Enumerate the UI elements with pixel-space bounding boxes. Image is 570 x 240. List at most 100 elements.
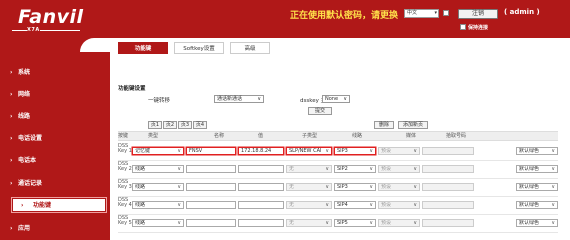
color-value: 默认绿色: [519, 184, 540, 190]
add-page-button[interactable]: 添加新页: [398, 121, 428, 129]
color-value: 默认绿色: [519, 166, 540, 172]
sidebar-item-system[interactable]: › 系统: [0, 66, 110, 80]
value-input[interactable]: [238, 219, 284, 227]
value-input[interactable]: 172.18.8.24: [238, 147, 284, 155]
media-select[interactable]: 预设 ∨: [378, 219, 420, 227]
table-header: 按键 类型 名称 值 子类型 线路 媒体 拾取号码: [118, 131, 558, 141]
brand-logo: Fanvil: [18, 6, 84, 28]
type-select[interactable]: 记忆键 ∨: [132, 147, 184, 155]
sidebar-item-apps[interactable]: › 应用: [0, 222, 110, 236]
page-4-button[interactable]: 页4: [193, 121, 207, 129]
line-select[interactable]: SIP2 ∨: [334, 165, 376, 173]
subtype-value: 无: [289, 166, 295, 172]
tab-advanced[interactable]: 高级: [230, 42, 270, 54]
chevron-right-icon: ›: [10, 113, 13, 120]
tab-function-keys[interactable]: 功能键: [118, 42, 168, 54]
subtype-select[interactable]: 无 ∨: [286, 183, 332, 191]
pickup-input[interactable]: [422, 165, 474, 173]
pickup-input[interactable]: [422, 183, 474, 191]
media-select[interactable]: 预设 ∨: [378, 165, 420, 173]
chevron-down-icon: ∨: [369, 148, 373, 154]
transfer-select[interactable]: 通话新通话 ∨: [214, 95, 264, 103]
sidebar-item-phonebook[interactable]: › 电话本: [0, 154, 110, 168]
color-select[interactable]: 默认绿色 ∨: [516, 165, 558, 173]
transfer-label: 一键转移: [148, 98, 171, 104]
page-2-button[interactable]: 页2: [163, 121, 177, 129]
chevron-right-icon: ›: [21, 202, 24, 209]
chevron-right-icon: ›: [10, 157, 13, 164]
line-select[interactable]: SIP5 ∨: [334, 219, 376, 227]
media-value: 预设: [381, 184, 392, 190]
chevron-down-icon: ∨: [413, 220, 417, 226]
pickup-input[interactable]: [422, 201, 474, 209]
type-value: 线路: [135, 184, 146, 190]
type-select[interactable]: 线路 ∨: [132, 201, 184, 209]
name-input[interactable]: [186, 219, 236, 227]
page-1-button[interactable]: 页1: [148, 121, 162, 129]
col-media: 媒体: [406, 133, 417, 139]
language-select[interactable]: 中文 ▾: [404, 9, 439, 18]
color-select[interactable]: 默认绿色 ∨: [516, 147, 558, 155]
name-input[interactable]: [186, 165, 236, 173]
sidebar-item-label: 线路: [18, 113, 31, 120]
dsskey-home-select[interactable]: None ∨: [322, 95, 350, 103]
tab-softkey[interactable]: Softkey设置: [174, 42, 224, 54]
line-select[interactable]: SIP3 ∨: [334, 183, 376, 191]
chevron-right-icon: ›: [10, 69, 13, 76]
chevron-down-icon: ∨: [551, 202, 555, 208]
subtype-value: 无: [289, 184, 295, 190]
color-select[interactable]: 默认绿色 ∨: [516, 183, 558, 191]
delete-page-button[interactable]: 删除: [374, 121, 394, 129]
sidebar-item-line[interactable]: › 线路: [0, 110, 110, 124]
type-value: 线路: [135, 202, 146, 208]
name-input[interactable]: [186, 201, 236, 209]
sidebar-item-function-keys[interactable]: › 功能键: [12, 198, 106, 212]
value-value: 172.18.8.24: [241, 148, 272, 154]
name-input[interactable]: [186, 183, 236, 191]
line-select[interactable]: SIP4 ∨: [334, 201, 376, 209]
color-select[interactable]: 默认绿色 ∨: [516, 201, 558, 209]
type-value: 记忆键: [135, 148, 151, 154]
dsskey-home-value: None: [325, 96, 339, 102]
chevron-down-icon: ∨: [343, 96, 347, 102]
type-select[interactable]: 线路 ∨: [132, 165, 184, 173]
col-subtype: 子类型: [302, 133, 318, 139]
logout-button[interactable]: 注销: [458, 9, 498, 19]
sidebar-item-network[interactable]: › 网络: [0, 88, 110, 102]
sidebar-item-call-log[interactable]: › 通话记录: [0, 177, 110, 191]
name-value: FNSV: [189, 148, 203, 154]
subtype-select[interactable]: 无 ∨: [286, 165, 332, 173]
pickup-input[interactable]: [422, 147, 474, 155]
media-select[interactable]: 预设 ∨: [378, 147, 420, 155]
chevron-down-icon: ∨: [177, 220, 181, 226]
subtype-select[interactable]: 无 ∨: [286, 219, 332, 227]
chevron-down-icon: ∨: [177, 202, 181, 208]
value-input[interactable]: [238, 165, 284, 173]
line-select[interactable]: SIP3 ∨: [334, 147, 376, 155]
value-input[interactable]: [238, 183, 284, 191]
subtype-select[interactable]: 无 ∨: [286, 201, 332, 209]
color-select[interactable]: 默认绿色 ∨: [516, 219, 558, 227]
media-value: 预设: [381, 220, 392, 226]
media-value: 预设: [381, 166, 392, 172]
line-value: SIP2: [337, 166, 348, 172]
col-key: 按键: [118, 133, 129, 139]
subtype-select[interactable]: SLP/NEW CAI ∨: [286, 147, 332, 155]
keep-login-checkbox[interactable]: [460, 24, 466, 30]
media-select[interactable]: 预设 ∨: [378, 183, 420, 191]
type-select[interactable]: 线路 ∨: [132, 219, 184, 227]
language-value: 中文: [407, 10, 418, 16]
media-select[interactable]: 预设 ∨: [378, 201, 420, 209]
name-input[interactable]: FNSV: [186, 147, 236, 155]
submit-button[interactable]: 提交: [308, 107, 332, 115]
type-select[interactable]: 线路 ∨: [132, 183, 184, 191]
pickup-input[interactable]: [422, 219, 474, 227]
language-checkbox[interactable]: [443, 10, 449, 16]
current-user: ( admin ): [504, 8, 540, 16]
col-line: 线路: [352, 133, 363, 139]
sidebar-item-label: 通话记录: [18, 180, 43, 187]
type-value: 线路: [135, 220, 146, 226]
value-input[interactable]: [238, 201, 284, 209]
page-3-button[interactable]: 页3: [178, 121, 192, 129]
sidebar-item-phone-settings[interactable]: › 电话设置: [0, 132, 110, 146]
